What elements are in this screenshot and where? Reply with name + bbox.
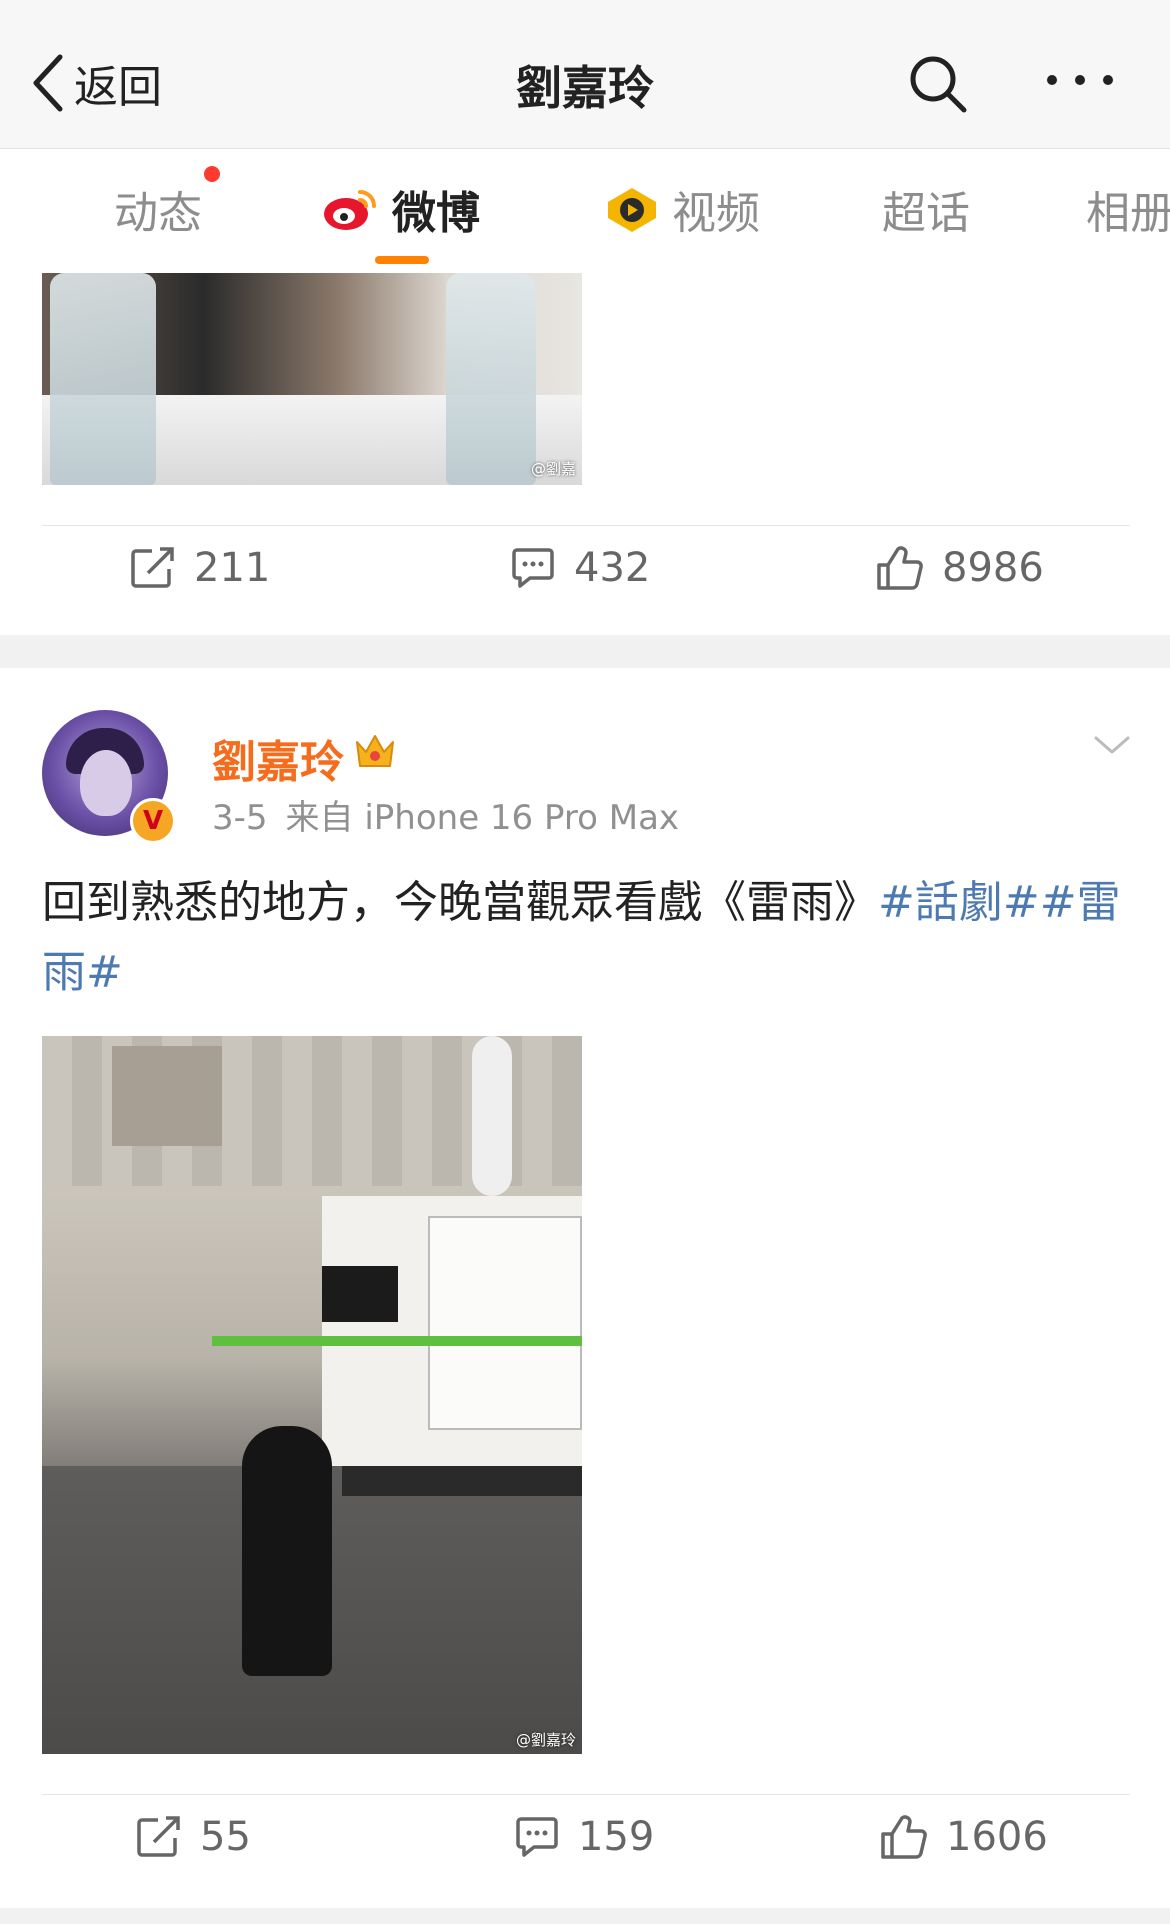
like-button[interactable]: 8986 — [876, 545, 1044, 591]
image-green-stripe — [212, 1336, 582, 1346]
image-tv-screen — [322, 1266, 398, 1322]
post-source: 来自 iPhone 16 Pro Max — [285, 798, 680, 838]
tab-label: 微博 — [392, 188, 480, 239]
tab-label: 相册 — [1086, 188, 1170, 239]
author-name[interactable]: 劉嘉玲 — [212, 726, 344, 790]
video-channel-icon — [608, 188, 656, 232]
tab-dongtai[interactable]: 动态 — [114, 179, 202, 239]
hashtag-link[interactable]: #話劇# — [878, 877, 1040, 928]
tab-xiangce[interactable]: 相册 — [1086, 179, 1170, 239]
image-water-bottle — [50, 273, 156, 485]
action-divider — [42, 1794, 1130, 1795]
image-watermark: @劉嘉玲 — [515, 1731, 576, 1749]
tab-label: 动态 — [114, 188, 202, 239]
like-button[interactable]: 1606 — [880, 1814, 1048, 1860]
post-text-body: 回到熟悉的地方，今晚當觀眾看戲《雷雨》 — [42, 877, 878, 928]
avatar-face — [80, 750, 132, 816]
more-options-button[interactable] — [1040, 60, 1120, 100]
weibo-logo-icon — [324, 190, 376, 230]
repost-count: 211 — [194, 545, 271, 591]
share-icon — [131, 547, 174, 588]
share-icon — [137, 1816, 180, 1857]
active-tab-indicator — [375, 256, 429, 264]
page-title: 劉嘉玲 — [516, 61, 654, 115]
post-image[interactable]: @劉嘉 — [42, 273, 582, 485]
more-dots-icon — [1047, 75, 1113, 85]
comment-count: 159 — [578, 1814, 655, 1860]
post-date: 3-5 — [212, 798, 268, 838]
image-water-bottle — [446, 273, 536, 485]
like-count: 1606 — [946, 1814, 1048, 1860]
comment-button[interactable]: 432 — [510, 545, 650, 591]
top-navigation-bar: 返回 劉嘉玲 — [0, 0, 1170, 149]
tab-chaohua[interactable]: 超话 — [882, 179, 970, 239]
action-divider — [42, 525, 1130, 526]
repost-button[interactable]: 211 — [130, 545, 270, 591]
repost-button[interactable]: 55 — [136, 1814, 251, 1860]
repost-count: 55 — [200, 1814, 251, 1860]
chevron-down-icon[interactable] — [1090, 724, 1134, 768]
tab-label: 超话 — [882, 188, 970, 239]
image-seated-person — [242, 1426, 332, 1676]
post-meta: 3-5 来自 iPhone 16 Pro Max — [212, 790, 679, 839]
tab-weibo[interactable]: 微博 — [320, 179, 480, 239]
image-whiteboard — [428, 1216, 582, 1430]
image-pipe — [472, 1036, 512, 1196]
comment-icon — [516, 1817, 558, 1857]
verified-badge: V — [130, 798, 176, 844]
comment-button[interactable]: 159 — [514, 1814, 654, 1860]
post-image[interactable]: @劉嘉玲 — [42, 1036, 582, 1754]
post-text: 回到熟悉的地方，今晚當觀眾看戲《雷雨》#話劇##雷雨# — [42, 868, 1122, 1008]
tab-label: 视频 — [672, 188, 760, 239]
post-card: V 劉嘉玲 3-5 来自 iPhone 16 Pro Max 回到熟悉的地方，今晚… — [0, 668, 1170, 1908]
thumbs-up-icon — [877, 546, 923, 590]
post-card: @劉嘉 211 432 8986 — [0, 269, 1170, 635]
comment-icon — [512, 548, 554, 588]
notification-red-dot — [204, 166, 220, 182]
tab-shipin[interactable]: 视频 — [604, 179, 760, 239]
image-desk — [342, 1466, 582, 1496]
crown-icon — [356, 735, 394, 767]
search-button[interactable] — [906, 52, 970, 116]
image-air-conditioner — [112, 1046, 222, 1146]
thumbs-up-icon — [881, 1815, 927, 1859]
search-icon — [910, 56, 967, 113]
like-count: 8986 — [942, 545, 1044, 591]
profile-tab-bar: 动态 微博 视频 超话 相册 — [0, 149, 1170, 269]
image-watermark: @劉嘉 — [530, 460, 576, 478]
comment-count: 432 — [574, 545, 651, 591]
